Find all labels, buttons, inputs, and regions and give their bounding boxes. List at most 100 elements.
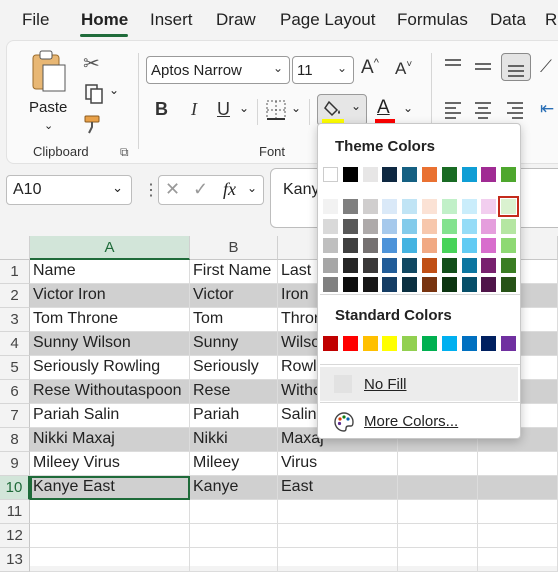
table-cell[interactable]: Sunny [190, 332, 278, 356]
table-cell[interactable]: Pariah [190, 404, 278, 428]
theme-shade-swatch[interactable] [323, 277, 338, 292]
theme-shade-swatch[interactable] [461, 199, 477, 214]
theme-color-swatch[interactable] [382, 167, 398, 182]
theme-color-swatch[interactable] [342, 167, 358, 182]
dialog-launcher-icon[interactable]: ⧉ [120, 145, 129, 160]
theme-color-swatch[interactable] [461, 167, 477, 182]
theme-shade-swatch[interactable] [461, 218, 477, 234]
theme-shade-swatch[interactable] [441, 277, 457, 292]
standard-color-swatch[interactable] [323, 336, 338, 351]
theme-shade-swatch[interactable] [323, 238, 338, 253]
chevron-down-icon[interactable]: ⌄ [291, 101, 301, 115]
theme-shade-swatch[interactable] [461, 277, 477, 292]
table-cell[interactable] [398, 452, 478, 476]
theme-shade-swatch[interactable] [362, 218, 378, 234]
theme-shade-swatch[interactable] [382, 277, 398, 292]
indent-icon[interactable]: ⇤ [540, 99, 554, 119]
theme-shade-swatch[interactable] [382, 257, 398, 273]
table-cell[interactable]: Mileey [190, 452, 278, 476]
select-all-corner[interactable] [0, 236, 30, 260]
theme-shade-swatch[interactable] [342, 238, 358, 253]
theme-shade-swatch[interactable] [422, 277, 437, 292]
chevron-down-icon[interactable]: ⌄ [239, 101, 249, 115]
theme-shade-swatch[interactable] [362, 199, 378, 214]
table-cell[interactable] [478, 548, 558, 572]
name-box[interactable]: A10 ⌄ [6, 175, 132, 205]
table-cell[interactable] [478, 500, 558, 524]
italic-button[interactable]: I [191, 99, 197, 120]
theme-shade-swatch[interactable] [461, 238, 477, 253]
row-header[interactable]: 7 [0, 404, 30, 428]
row-header[interactable]: 3 [0, 308, 30, 332]
theme-color-swatch[interactable] [441, 167, 457, 182]
row-header[interactable]: 11 [0, 500, 30, 524]
theme-shade-swatch[interactable] [481, 218, 497, 234]
table-cell[interactable] [190, 500, 278, 524]
insert-function-button[interactable]: fx [223, 179, 236, 200]
table-cell[interactable] [278, 524, 398, 548]
chevron-down-icon[interactable]: ⌄ [247, 181, 257, 195]
cancel-icon[interactable]: ✕ [165, 179, 180, 200]
row-header[interactable]: 9 [0, 452, 30, 476]
align-middle-icon[interactable] [473, 57, 493, 80]
theme-shade-swatch[interactable] [422, 199, 437, 214]
table-cell[interactable]: Seriously [190, 356, 278, 380]
tab-formulas[interactable]: Formulas [397, 10, 468, 30]
table-cell[interactable] [478, 452, 558, 476]
standard-color-swatch[interactable] [422, 336, 437, 351]
theme-shade-swatch[interactable] [402, 218, 418, 234]
table-cell[interactable] [278, 548, 398, 572]
orientation-icon[interactable]: ⟋ [540, 57, 552, 77]
table-cell[interactable]: East [278, 476, 398, 500]
bold-button[interactable]: B [155, 99, 168, 120]
table-cell[interactable]: Pariah Salin [30, 404, 190, 428]
table-cell[interactable] [398, 476, 478, 500]
theme-shade-swatch[interactable] [402, 257, 418, 273]
table-cell[interactable] [190, 548, 278, 572]
table-cell[interactable] [478, 476, 558, 500]
font-name-combo[interactable]: Aptos Narrow ⌄ [146, 56, 290, 84]
grow-font-button[interactable]: A^ [361, 57, 379, 79]
table-cell[interactable]: Seriously Rowling [30, 356, 190, 380]
copy-button[interactable]: ⌄ [83, 83, 123, 107]
align-top-icon[interactable] [443, 57, 463, 80]
row-header[interactable]: 4 [0, 332, 30, 356]
table-cell[interactable]: Kanye East [30, 476, 190, 500]
theme-shade-swatch[interactable] [362, 257, 378, 273]
row-header[interactable]: 2 [0, 284, 30, 308]
table-cell[interactable] [398, 548, 478, 572]
theme-shade-swatch[interactable] [501, 238, 517, 253]
table-cell[interactable]: Sunny Wilson [30, 332, 190, 356]
theme-shade-swatch[interactable] [481, 199, 497, 214]
table-cell[interactable] [398, 500, 478, 524]
row-header[interactable]: 6 [0, 380, 30, 404]
theme-shade-swatch[interactable] [323, 218, 338, 234]
theme-shade-swatch[interactable] [441, 257, 457, 273]
theme-color-swatch[interactable] [501, 167, 517, 182]
standard-color-swatch[interactable] [402, 336, 418, 351]
row-header[interactable]: 10 [0, 476, 30, 500]
theme-shade-swatch[interactable] [323, 257, 338, 273]
theme-shade-swatch[interactable] [342, 257, 358, 273]
theme-shade-swatch[interactable] [501, 218, 517, 234]
table-cell[interactable]: Mileey Virus [30, 452, 190, 476]
format-painter-button[interactable] [83, 113, 105, 140]
tab-home[interactable]: Home [81, 10, 128, 30]
theme-color-swatch[interactable] [362, 167, 378, 182]
theme-color-swatch[interactable] [323, 167, 338, 182]
table-cell[interactable]: Tom Throne [30, 308, 190, 332]
table-cell[interactable]: Rese Withoutaspoon [30, 380, 190, 404]
theme-shade-swatch[interactable] [501, 257, 517, 273]
theme-shade-swatch[interactable] [481, 238, 497, 253]
row-header[interactable]: 12 [0, 524, 30, 548]
theme-shade-swatch[interactable] [402, 238, 418, 253]
theme-shade-swatch[interactable] [461, 257, 477, 273]
column-header-a[interactable]: A [30, 236, 190, 260]
more-options-icon[interactable]: ⋮ [143, 180, 159, 200]
table-cell[interactable]: Virus [278, 452, 398, 476]
table-cell[interactable] [30, 500, 190, 524]
theme-shade-swatch[interactable] [501, 277, 517, 292]
column-header-b[interactable]: B [190, 236, 278, 260]
theme-shade-swatch[interactable] [342, 218, 358, 234]
theme-shade-swatch[interactable] [342, 199, 358, 214]
